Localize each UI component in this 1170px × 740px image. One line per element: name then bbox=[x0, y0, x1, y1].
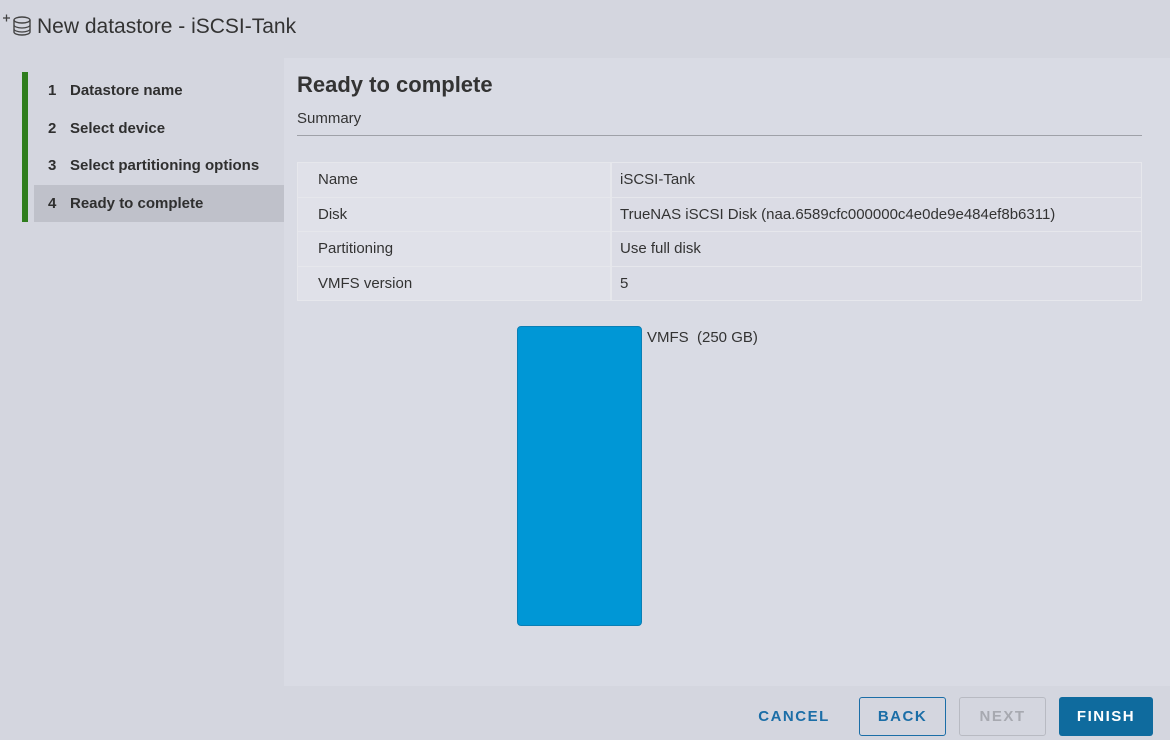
summary-key: VMFS version bbox=[297, 265, 611, 301]
back-button[interactable]: BACK bbox=[859, 697, 946, 736]
cancel-button[interactable]: CANCEL bbox=[745, 697, 843, 736]
summary-value: Use full disk bbox=[610, 231, 1142, 267]
table-row: VMFS version 5 bbox=[297, 265, 1142, 301]
wizard-step-label: Select partitioning options bbox=[70, 157, 260, 175]
dialog-title: New datastore - iSCSI-Tank bbox=[37, 15, 297, 38]
table-row: Disk TrueNAS iSCSI Disk (naa.6589cfc0000… bbox=[297, 196, 1142, 232]
new-datastore-icon bbox=[3, 14, 31, 36]
wizard-step-datastore-name[interactable]: 1 Datastore name bbox=[34, 72, 290, 110]
table-row: Name iSCSI-Tank bbox=[297, 162, 1142, 198]
summary-heading: Summary bbox=[297, 110, 362, 127]
wizard-step-label: Datastore name bbox=[70, 82, 183, 100]
wizard-step-ready-to-complete[interactable]: 4 Ready to complete bbox=[34, 184, 290, 222]
wizard-steps-sidebar: 1 Datastore name 2 Select device 3 Selec… bbox=[0, 58, 290, 686]
wizard-step-number: 4 bbox=[48, 194, 57, 212]
dialog-titlebar: New datastore - iSCSI-Tank bbox=[0, 0, 1170, 59]
wizard-step-number: 2 bbox=[48, 119, 57, 137]
wizard-step-number: 1 bbox=[48, 82, 57, 100]
summary-key: Disk bbox=[297, 196, 611, 232]
wizard-step-select-device[interactable]: 2 Select device bbox=[34, 110, 290, 148]
summary-key: Partitioning bbox=[297, 231, 611, 267]
wizard-footer: CANCEL BACK NEXT FINISH bbox=[0, 686, 1170, 740]
vmfs-partition-label: VMFS (250 GB) bbox=[647, 329, 758, 346]
summary-value: 5 bbox=[610, 265, 1142, 301]
finish-button[interactable]: FINISH bbox=[1059, 697, 1153, 736]
wizard-steps-list: 1 Datastore name 2 Select device 3 Selec… bbox=[22, 72, 290, 222]
page-title: Ready to complete bbox=[297, 72, 493, 97]
wizard-step-label: Select device bbox=[70, 119, 166, 137]
summary-divider bbox=[297, 135, 1142, 136]
wizard-step-partitioning-options[interactable]: 3 Select partitioning options bbox=[34, 147, 290, 185]
wizard-step-number: 3 bbox=[48, 157, 57, 175]
next-button[interactable]: NEXT bbox=[959, 697, 1046, 736]
wizard-step-label: Ready to complete bbox=[70, 194, 204, 212]
wizard-content: Ready to complete Summary Name iSCSI-Tan… bbox=[284, 58, 1170, 686]
summary-table: Name iSCSI-Tank Disk TrueNAS iSCSI Disk … bbox=[297, 162, 1142, 301]
summary-value: iSCSI-Tank bbox=[610, 162, 1142, 198]
vmfs-partition-bar bbox=[517, 326, 642, 626]
table-row: Partitioning Use full disk bbox=[297, 231, 1142, 267]
summary-key: Name bbox=[297, 162, 611, 198]
summary-value: TrueNAS iSCSI Disk (naa.6589cfc000000c4e… bbox=[610, 196, 1142, 232]
